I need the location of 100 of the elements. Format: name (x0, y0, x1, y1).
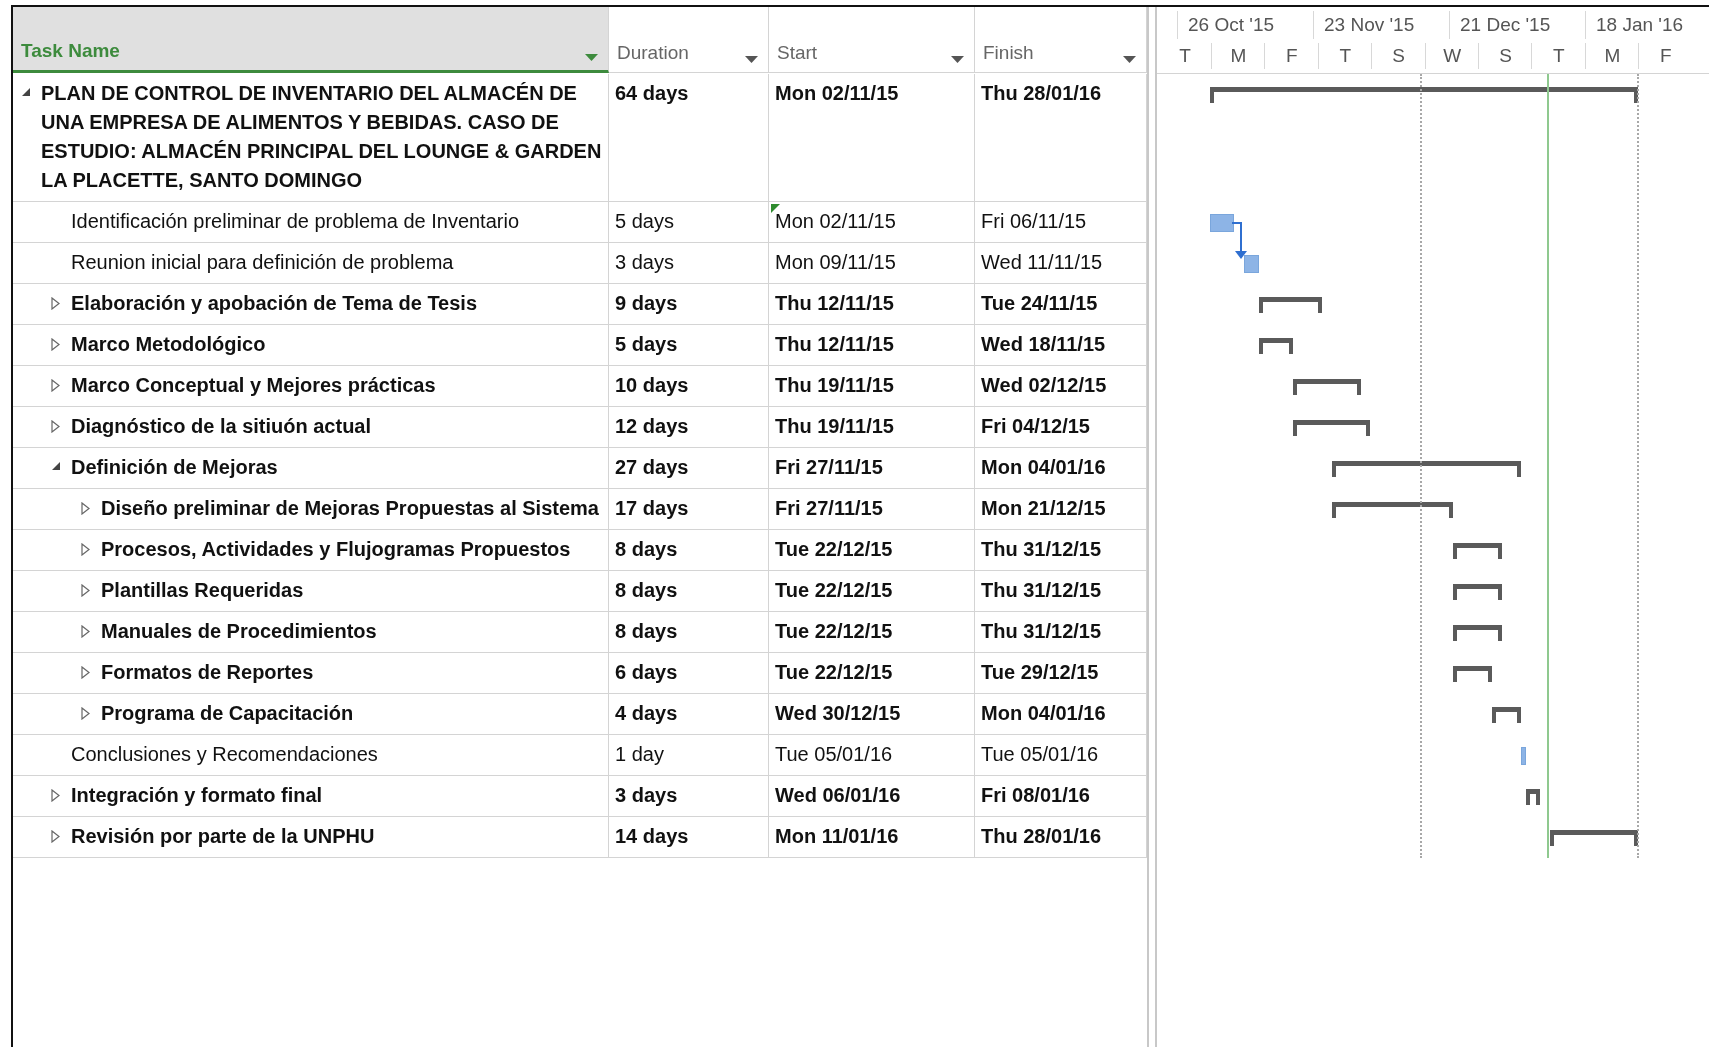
task-name: Diseño preliminar de Mejoras Propuestas al Sistema (101, 496, 600, 521)
duration-cell: 4 days (609, 694, 769, 735)
timescale-label: 21 Dec '15 (1449, 11, 1551, 39)
task-name: Plantillas Requeridas (101, 578, 305, 603)
start-cell: Mon 11/01/16 (769, 817, 975, 858)
timescale-label: 23 Nov '15 (1313, 11, 1415, 39)
task-name: Programa de Capacitación (101, 701, 355, 726)
start-cell: Tue 22/12/15 (769, 612, 975, 653)
expand-triangle-icon[interactable] (51, 379, 60, 392)
task-name: Definición de Mejoras (71, 455, 279, 480)
finish-cell: Fri 04/12/15 (975, 407, 1147, 448)
duration-cell: 1 day (609, 735, 769, 776)
duration-cell: 6 days (609, 653, 769, 694)
start-cell: Thu 12/11/15 (769, 284, 975, 325)
finish-cell: Thu 28/01/16 (975, 817, 1147, 858)
timescale-label: S (1371, 43, 1426, 69)
expand-triangle-icon[interactable] (81, 543, 90, 556)
timescale-label: W (1424, 43, 1479, 69)
expand-triangle-icon[interactable] (51, 830, 60, 843)
task-name: Marco Metodológico (71, 332, 267, 357)
task-name: Elaboración y apobación de Tema de Tesis (71, 291, 479, 316)
start-cell: Thu 19/11/15 (769, 366, 975, 407)
start-cell: Thu 19/11/15 (769, 407, 975, 448)
expand-triangle-icon[interactable] (81, 666, 90, 679)
collapse-triangle-icon[interactable] (51, 461, 61, 471)
start-cell: Tue 22/12/15 (769, 571, 975, 612)
duration-cell: 27 days (609, 448, 769, 489)
task-name: PLAN DE CONTROL DE INVENTARIO DEL ALMACÉN DE UNA EMPRESA DE ALIMENTOS Y BEBIDAS. CASO DE ESTUDIO: ALMACÉN PRINCIPAL DEL LOUNGE & GARDEN LA PLACETTE, SANTO DOMINGO (41, 81, 602, 193)
timescale-label: S (1478, 43, 1532, 69)
finish-cell: Thu 31/12/15 (975, 530, 1147, 571)
column-header[interactable]: Start (769, 7, 975, 73)
finish-cell: Wed 11/11/15 (975, 243, 1147, 284)
timescale-label: M (1584, 43, 1639, 69)
task-name: Formatos de Reportes (101, 660, 315, 685)
timescale-label: T (1531, 43, 1586, 69)
duration-cell: 10 days (609, 366, 769, 407)
duration-cell: 3 days (609, 243, 769, 284)
finish-cell: Thu 28/01/16 (975, 74, 1147, 202)
duration-cell: 8 days (609, 612, 769, 653)
finish-cell: Fri 08/01/16 (975, 776, 1147, 817)
timescale-label: 26 Oct '15 (1177, 11, 1274, 39)
finish-cell: Thu 31/12/15 (975, 571, 1147, 612)
expand-triangle-icon[interactable] (51, 338, 60, 351)
dropdown-icon[interactable] (745, 56, 758, 64)
duration-cell: 8 days (609, 530, 769, 571)
timescale-label: F (1638, 43, 1693, 69)
timescale-label: F (1264, 43, 1319, 69)
expand-triangle-icon[interactable] (51, 297, 60, 310)
task-name: Conclusiones y Recomendaciones (71, 742, 379, 767)
task-name: Manuales de Procedimientos (101, 619, 378, 644)
start-cell: Mon 02/11/15 (769, 202, 975, 243)
task-bar (1210, 214, 1235, 232)
duration-cell: 17 days (609, 489, 769, 530)
finish-cell: Mon 04/01/16 (975, 448, 1147, 489)
duration-cell: 8 days (609, 571, 769, 612)
duration-cell: 5 days (609, 325, 769, 366)
timescale-label: 18 Jan '16 (1585, 11, 1684, 39)
finish-cell: Mon 04/01/16 (975, 694, 1147, 735)
finish-cell: Tue 05/01/16 (975, 735, 1147, 776)
finish-cell: Mon 21/12/15 (975, 489, 1147, 530)
expand-triangle-icon[interactable] (51, 420, 60, 433)
column-header[interactable]: Duration (609, 7, 769, 73)
start-cell: Thu 12/11/15 (769, 325, 975, 366)
duration-cell: 9 days (609, 284, 769, 325)
timescale-label: T (1178, 44, 1192, 68)
finish-cell: Tue 29/12/15 (975, 653, 1147, 694)
task-name: Reunion inicial para definición de problema (71, 250, 455, 275)
timescale-label: M (1211, 43, 1265, 69)
collapse-triangle-icon[interactable] (21, 87, 31, 97)
dropdown-icon[interactable] (951, 56, 964, 64)
duration-cell: 64 days (609, 74, 769, 202)
start-cell: Mon 09/11/15 (769, 243, 975, 284)
duration-cell: 3 days (609, 776, 769, 817)
expand-triangle-icon[interactable] (81, 625, 90, 638)
finish-cell: Wed 18/11/15 (975, 325, 1147, 366)
start-cell: Fri 27/11/15 (769, 489, 975, 530)
expand-triangle-icon[interactable] (81, 502, 90, 515)
dropdown-icon[interactable] (585, 54, 598, 62)
column-header[interactable]: Task Name (13, 7, 609, 73)
task-name: Procesos, Actividades y Flujogramas Propuestos (101, 537, 572, 562)
finish-cell: Thu 31/12/15 (975, 612, 1147, 653)
expand-triangle-icon[interactable] (51, 789, 60, 802)
column-header[interactable]: Finish (975, 7, 1147, 73)
duration-cell: 14 days (609, 817, 769, 858)
expand-triangle-icon[interactable] (81, 584, 90, 597)
finish-cell: Fri 06/11/15 (975, 202, 1147, 243)
start-cell: Wed 30/12/15 (769, 694, 975, 735)
start-cell: Wed 06/01/16 (769, 776, 975, 817)
duration-cell: 12 days (609, 407, 769, 448)
task-name: Integración y formato final (71, 783, 324, 808)
task-name: Revisión por parte de la UNPHU (71, 824, 376, 849)
expand-triangle-icon[interactable] (81, 707, 90, 720)
finish-cell: Tue 24/11/15 (975, 284, 1147, 325)
task-name: Diagnóstico de la sitiuón actual (71, 414, 373, 439)
start-cell: Tue 22/12/15 (769, 653, 975, 694)
dropdown-icon[interactable] (1123, 56, 1136, 64)
start-cell: Tue 22/12/15 (769, 530, 975, 571)
task-name: Marco Conceptual y Mejores prácticas (71, 373, 437, 398)
start-cell: Fri 27/11/15 (769, 448, 975, 489)
finish-cell: Wed 02/12/15 (975, 366, 1147, 407)
